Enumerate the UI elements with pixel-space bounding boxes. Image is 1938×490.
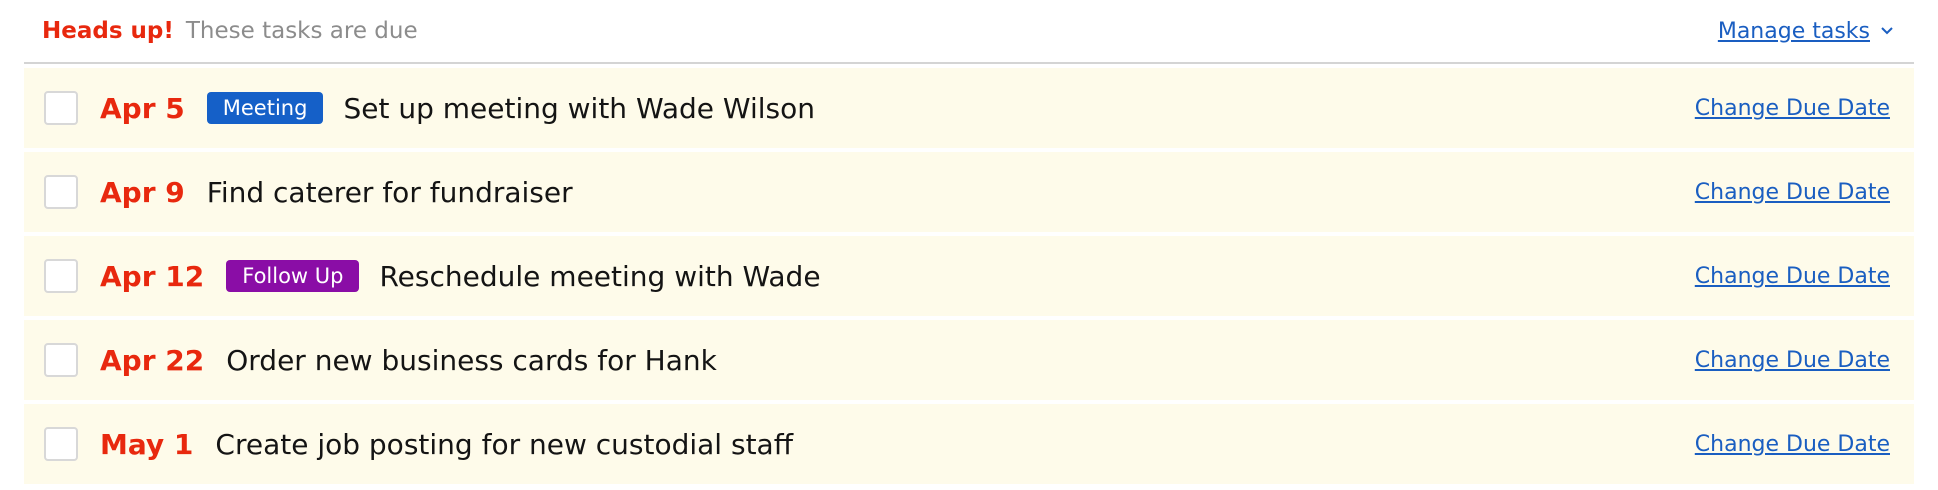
- change-due-date-link[interactable]: Change Due Date: [1695, 348, 1890, 373]
- task-row: Apr 9 Find caterer for fundraiser Change…: [24, 152, 1914, 232]
- task-tag: Meeting: [206, 92, 324, 124]
- task-tag: Follow Up: [226, 260, 360, 292]
- task-row: Apr 12 Follow Up Reschedule meeting with…: [24, 236, 1914, 316]
- task-due-date: Apr 5: [100, 91, 185, 125]
- heads-up-label: Heads up!: [42, 18, 174, 44]
- manage-tasks-link[interactable]: Manage tasks: [1718, 19, 1894, 44]
- task-checkbox[interactable]: [44, 91, 78, 125]
- task-due-date: Apr 9: [100, 175, 185, 209]
- task-checkbox[interactable]: [44, 427, 78, 461]
- change-due-date-link[interactable]: Change Due Date: [1695, 432, 1890, 457]
- tasks-panel: Heads up! These tasks are due Manage tas…: [24, 0, 1914, 484]
- change-due-date-link[interactable]: Change Due Date: [1695, 180, 1890, 205]
- change-due-date-link[interactable]: Change Due Date: [1695, 264, 1890, 289]
- header-left: Heads up! These tasks are due: [42, 18, 418, 44]
- task-title: Create job posting for new custodial sta…: [215, 427, 793, 461]
- task-due-date: May 1: [100, 427, 194, 461]
- chevron-down-icon: [1881, 27, 1893, 35]
- task-checkbox[interactable]: [44, 343, 78, 377]
- task-title: Order new business cards for Hank: [226, 343, 717, 377]
- header-subtitle: These tasks are due: [185, 18, 418, 44]
- change-due-date-link[interactable]: Change Due Date: [1695, 96, 1890, 121]
- panel-header: Heads up! These tasks are due Manage tas…: [24, 0, 1914, 64]
- task-checkbox[interactable]: [44, 175, 78, 209]
- task-list: Apr 5 Meeting Set up meeting with Wade W…: [24, 68, 1914, 484]
- task-checkbox[interactable]: [44, 259, 78, 293]
- task-row: May 1 Create job posting for new custodi…: [24, 404, 1914, 484]
- manage-tasks-label: Manage tasks: [1717, 18, 1870, 44]
- task-title: Find caterer for fundraiser: [206, 175, 573, 209]
- task-row: Apr 22 Order new business cards for Hank…: [24, 320, 1914, 400]
- task-title: Reschedule meeting with Wade: [379, 259, 821, 293]
- task-title: Set up meeting with Wade Wilson: [343, 91, 815, 125]
- task-due-date: Apr 22: [100, 343, 205, 377]
- task-due-date: Apr 12: [100, 259, 205, 293]
- task-row: Apr 5 Meeting Set up meeting with Wade W…: [24, 68, 1914, 148]
